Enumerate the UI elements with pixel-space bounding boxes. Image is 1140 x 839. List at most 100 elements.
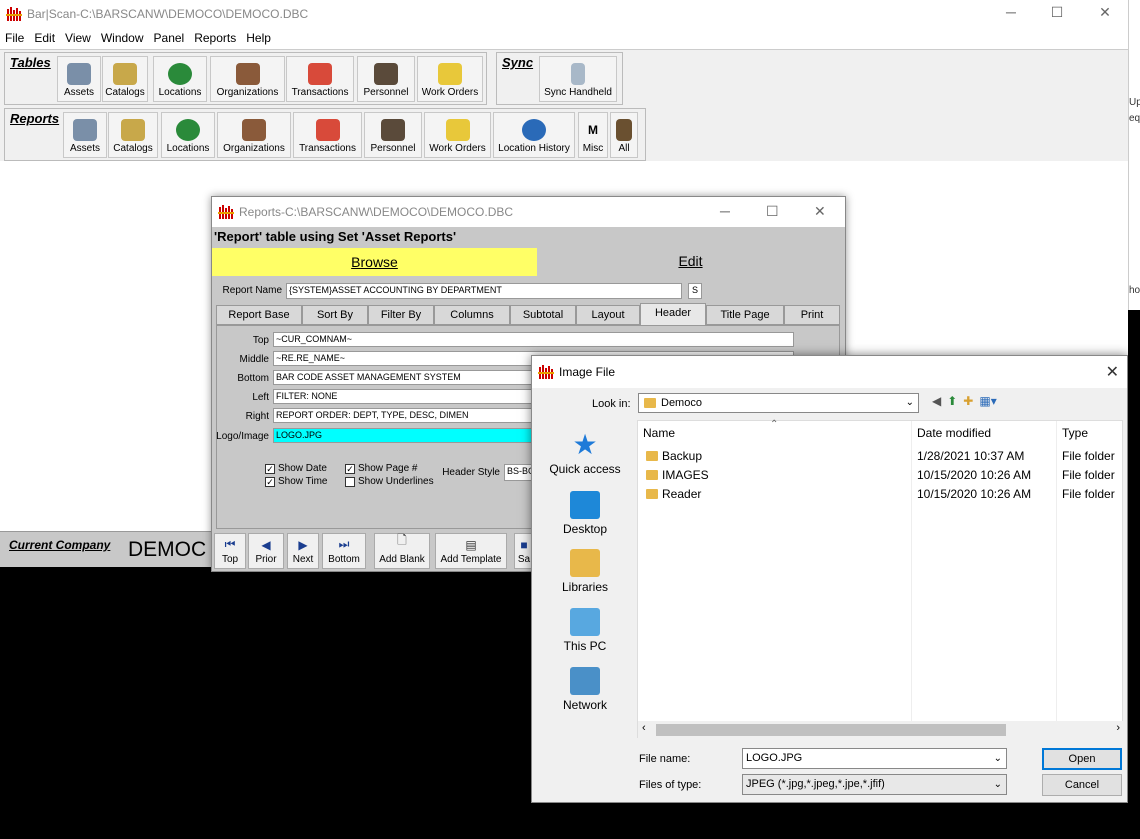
folder-icon — [646, 489, 658, 499]
show-time-checkbox[interactable]: ✓ Show Time — [265, 476, 327, 487]
close-icon[interactable]: ✕ — [1090, 4, 1120, 21]
column-header-type[interactable]: Type — [1062, 426, 1088, 440]
menu-view[interactable]: View — [65, 31, 91, 45]
column-header-date[interactable]: Date modified — [917, 426, 991, 440]
show-page-checkbox[interactable]: ✓ Show Page # — [345, 463, 418, 474]
look-in-dropdown[interactable]: Democo ⌄ — [638, 393, 919, 413]
reports-personnel-label: Personnel — [370, 143, 416, 154]
tables-personnel-label: Personnel — [363, 87, 409, 98]
back-icon[interactable]: ◀ — [932, 394, 941, 408]
minimize-icon[interactable]: ─ — [996, 4, 1026, 20]
tables-work-orders-button[interactable]: Work Orders — [417, 56, 483, 102]
up-folder-icon[interactable]: ⬆ — [947, 394, 957, 408]
books-icon — [113, 63, 137, 85]
chevron-down-icon: ⌄ — [993, 779, 1002, 790]
nav-top-button[interactable]: ⏮ Top — [214, 533, 246, 569]
add-blank-button[interactable]: 🗋 Add Blank — [374, 533, 430, 569]
sort-asc-icon: ⌃ — [770, 419, 779, 430]
reports-assets-button[interactable]: Assets — [63, 112, 107, 158]
reports-transactions-button[interactable]: Transactions — [293, 112, 362, 158]
arrows-icon — [308, 63, 332, 85]
dialog-toolbar: ◀ ⬆ ✚ ▦▾ — [932, 394, 997, 408]
folder-icon — [646, 470, 658, 480]
cancel-button[interactable]: Cancel — [1042, 774, 1122, 796]
reports-catalogs-button[interactable]: Catalogs — [108, 112, 158, 158]
view-menu-icon[interactable]: ▦▾ — [979, 394, 996, 408]
file-row[interactable]: IMAGES 10/15/2020 10:26 AM File folder — [638, 466, 1124, 485]
tables-transactions-button[interactable]: Transactions — [286, 56, 354, 102]
scroll-left-icon[interactable]: ‹ — [642, 722, 646, 734]
menu-help[interactable]: Help — [246, 31, 271, 45]
main-title-text: Bar|Scan-C:\BARSCANW\DEMOCO\DEMOCO.DBC — [27, 7, 309, 21]
maximize-icon[interactable]: ☐ — [1042, 4, 1072, 21]
open-button[interactable]: Open — [1042, 748, 1122, 770]
menu-reports[interactable]: Reports — [194, 31, 236, 45]
place-network[interactable]: Network — [540, 667, 630, 712]
subtab-columns[interactable]: Columns — [434, 305, 510, 325]
scroll-right-icon[interactable]: › — [1116, 722, 1120, 734]
new-folder-icon[interactable]: ✚ — [963, 394, 973, 408]
barscan-app-icon — [6, 7, 22, 21]
tables-assets-button[interactable]: Assets — [57, 56, 101, 102]
column-header-name[interactable]: Name — [643, 426, 675, 440]
file-list: Name ⌃ Date modified Type Backup 1/28/20… — [637, 419, 1124, 739]
subtab-layout[interactable]: Layout — [576, 305, 640, 325]
report-name-field[interactable]: {SYSTEM}ASSET ACCOUNTING BY DEPARTMENT — [286, 283, 682, 299]
reports-title-bar: Reports-C:\BARSCANW\DEMOCO\DEMOCO.DBC ─ … — [212, 197, 845, 227]
reports-misc-button[interactable]: M Misc — [578, 112, 608, 158]
tables-locations-button[interactable]: Locations — [153, 56, 207, 102]
place-quick-access[interactable]: ★ Quick access — [540, 431, 630, 477]
reports-maximize-icon[interactable]: ☐ — [766, 203, 779, 220]
tables-transactions-label: Transactions — [291, 87, 349, 98]
reports-catalogs-label: Catalogs — [113, 143, 153, 154]
nav-prior-button[interactable]: ◀ Prior — [248, 533, 284, 569]
nav-bottom-button[interactable]: ⏭ Bottom — [322, 533, 366, 569]
menu-window[interactable]: Window — [101, 31, 144, 45]
menu-edit[interactable]: Edit — [34, 31, 55, 45]
show-date-checkbox[interactable]: ✓ Show Date — [265, 463, 327, 474]
dialog-close-icon[interactable]: ✕ — [1106, 362, 1119, 382]
tables-catalogs-button[interactable]: Catalogs — [102, 56, 148, 102]
sync-handheld-button[interactable]: Sync Handheld — [539, 56, 617, 102]
subtab-filter-by[interactable]: Filter By — [368, 305, 434, 325]
blank-page-icon: 🗋 — [397, 533, 407, 547]
top-field[interactable]: ~CUR_COMNAM~ — [273, 332, 794, 347]
reports-location-history-button[interactable]: Location History — [493, 112, 575, 158]
subtab-title-page[interactable]: Title Page — [706, 305, 784, 325]
tab-browse[interactable]: Browse — [212, 248, 537, 276]
horizontal-scrollbar[interactable]: ‹ › — [638, 721, 1124, 739]
chevron-down-icon[interactable]: ⌄ — [994, 749, 1002, 768]
report-name-system-flag[interactable]: S — [688, 283, 702, 299]
tables-work-orders-label: Work Orders — [421, 87, 479, 98]
subtab-subtotal[interactable]: Subtotal — [510, 305, 576, 325]
reports-close-icon[interactable]: ✕ — [814, 203, 826, 220]
subtab-header[interactable]: Header — [640, 303, 706, 325]
place-libraries[interactable]: Libraries — [540, 549, 630, 594]
tables-personnel-button[interactable]: Personnel — [357, 56, 415, 102]
subtab-print[interactable]: Print — [784, 305, 840, 325]
tables-organizations-button[interactable]: Organizations — [210, 56, 285, 102]
place-this-pc[interactable]: This PC — [540, 608, 630, 653]
menu-file[interactable]: File — [5, 31, 24, 45]
subtab-report-base[interactable]: Report Base — [216, 305, 302, 325]
place-desktop[interactable]: Desktop — [540, 491, 630, 536]
show-underlines-checkbox[interactable]: Show Underlines — [345, 476, 434, 487]
reports-locations-button[interactable]: Locations — [161, 112, 215, 158]
add-template-button[interactable]: ▤ Add Template — [435, 533, 507, 569]
building-icon — [73, 119, 97, 141]
tab-edit[interactable]: Edit — [537, 248, 844, 276]
reports-organizations-button[interactable]: Organizations — [217, 112, 291, 158]
reports-all-button[interactable]: All — [610, 112, 638, 158]
menu-panel[interactable]: Panel — [154, 31, 185, 45]
scroll-thumb[interactable] — [656, 724, 1006, 736]
file-name-input[interactable]: LOGO.JPG ⌄ — [742, 748, 1007, 769]
reports-work-orders-button[interactable]: Work Orders — [424, 112, 491, 158]
subtab-sort-by[interactable]: Sort By — [302, 305, 368, 325]
reports-personnel-button[interactable]: Personnel — [364, 112, 422, 158]
reports-minimize-icon[interactable]: ─ — [720, 203, 730, 219]
header-style-label: Header Style — [442, 467, 500, 478]
file-row[interactable]: Reader 10/15/2020 10:26 AM File folder — [638, 485, 1124, 504]
file-row[interactable]: Backup 1/28/2021 10:37 AM File folder — [638, 447, 1124, 466]
nav-next-button[interactable]: ▶ Next — [287, 533, 319, 569]
files-of-type-select[interactable]: JPEG (*.jpg,*.jpeg,*.jpe,*.jfif) ⌄ — [742, 774, 1007, 795]
